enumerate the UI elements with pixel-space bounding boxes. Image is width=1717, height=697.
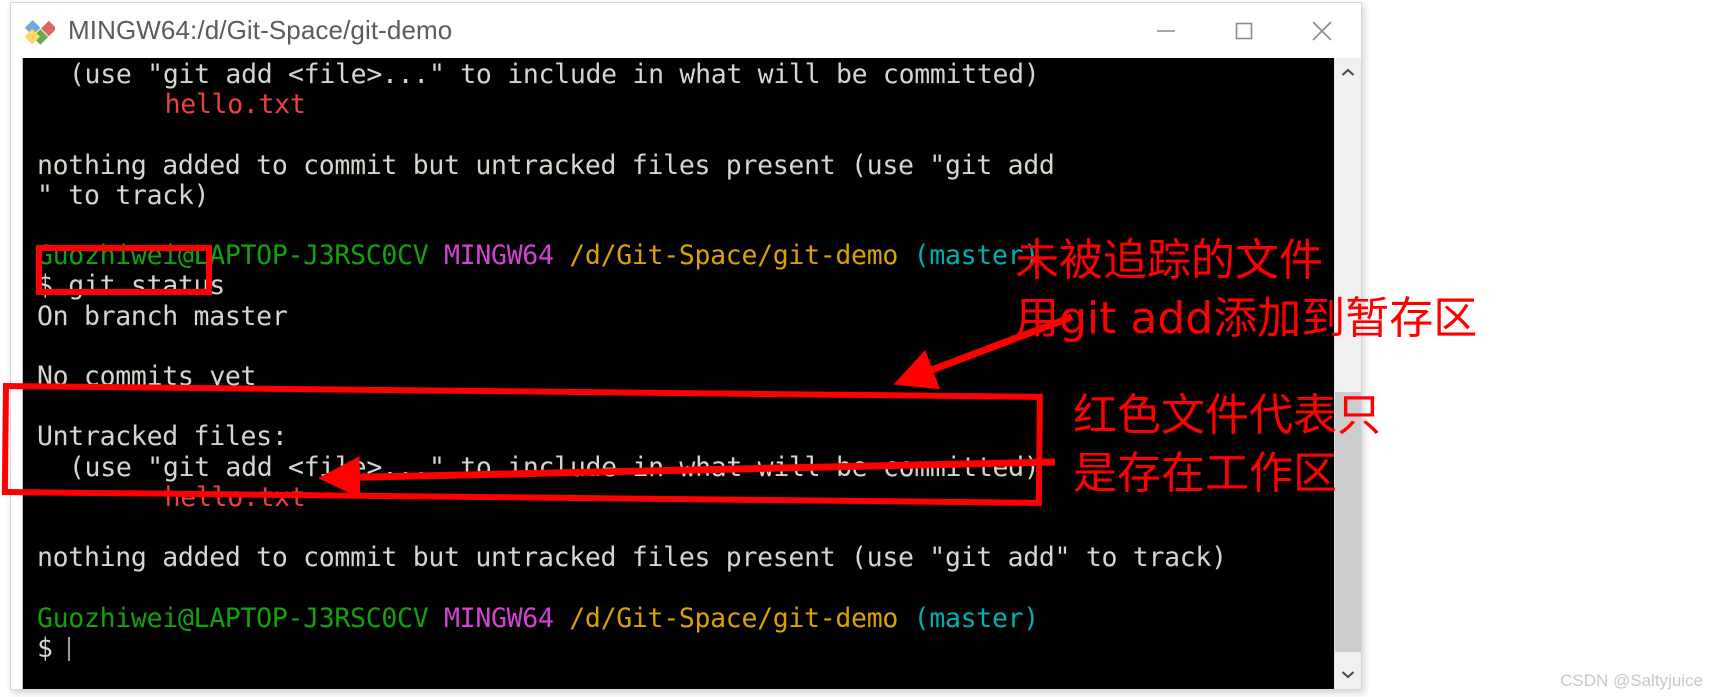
title-bar[interactable]: MINGW64:/d/Git-Space/git-demo	[11, 3, 1361, 58]
terminal-line: " to track)	[37, 179, 210, 211]
terminal-window: MINGW64:/d/Git-Space/git-demo (use "git …	[10, 2, 1362, 690]
terminal-line: Untracked files:	[37, 421, 288, 453]
terminal-line: On branch master	[37, 300, 288, 332]
chevron-down-icon[interactable]	[1335, 659, 1361, 689]
terminal-line: hello.txt	[164, 481, 306, 513]
terminal-text: No commits yet	[37, 361, 257, 392]
terminal-line: nothing added to commit but untracked fi…	[37, 149, 1055, 181]
git-bash-icon	[24, 16, 57, 46]
terminal-text: On branch master	[37, 300, 288, 332]
scrollbar-thumb[interactable]	[1335, 392, 1361, 652]
terminal-text: nothing added to commit but untracked fi…	[37, 542, 1227, 574]
terminal-text: (master)	[913, 602, 1040, 634]
terminal-text: MINGW64	[444, 240, 554, 272]
window-controls	[1127, 3, 1361, 58]
terminal-line: Guozhiwei@LAPTOP-J3RSC0CV MINGW64 /d/Git…	[37, 241, 1039, 271]
terminal-text: (master)	[913, 240, 1040, 272]
csdn-watermark: CSDN @Saltyjuice	[1560, 671, 1703, 690]
terminal-text: Guozhiwei@LAPTOP-J3RSC0CV	[37, 240, 429, 272]
terminal-text: Guozhiwei@LAPTOP-J3RSC0CV	[37, 602, 429, 634]
terminal-text: (use "git add <file>..." to include in w…	[68, 451, 1040, 483]
terminal-text: " to track)	[37, 179, 210, 211]
terminal-text: $	[37, 632, 69, 664]
terminal-text: $ git status	[37, 270, 225, 302]
terminal-line: (use "git add <file>..." to include in w…	[68, 451, 1040, 483]
terminal-line: Guozhiwei@LAPTOP-J3RSC0CV MINGW64 /d/Git…	[37, 602, 1040, 634]
terminal-output[interactable]: (use "git add <file>..." to include in w…	[23, 58, 1336, 689]
terminal-line: (use "git add <file>..." to include in w…	[69, 60, 1040, 90]
terminal-text: MINGW64	[444, 602, 554, 634]
maximize-button[interactable]	[1205, 3, 1283, 58]
terminal-line: No commits yet	[37, 362, 256, 392]
terminal-text: Untracked files:	[37, 421, 288, 453]
terminal-body[interactable]: (use "git add <file>..." to include in w…	[22, 58, 1361, 689]
chevron-up-icon[interactable]	[1335, 58, 1361, 88]
terminal-text: nothing added to commit but untracked fi…	[37, 149, 1055, 181]
terminal-text: (use "git add <file>..." to include in w…	[68, 59, 1040, 90]
terminal-line: $	[37, 632, 71, 664]
terminal-line: hello.txt	[165, 90, 306, 120]
terminal-scrollbar[interactable]	[1334, 58, 1361, 689]
terminal-line: $ git status	[37, 271, 225, 301]
window-title: MINGW64:/d/Git-Space/git-demo	[68, 15, 453, 45]
terminal-text: /d/Git-Space/git-demo	[569, 240, 899, 272]
terminal-text: /d/Git-Space/git-demo	[569, 602, 899, 634]
terminal-cursor	[68, 636, 71, 661]
terminal-text: hello.txt	[164, 89, 306, 121]
terminal-line: nothing added to commit but untracked fi…	[37, 543, 1227, 573]
terminal-text: hello.txt	[164, 481, 306, 513]
minimize-button[interactable]	[1127, 3, 1205, 58]
close-button[interactable]	[1283, 3, 1361, 58]
